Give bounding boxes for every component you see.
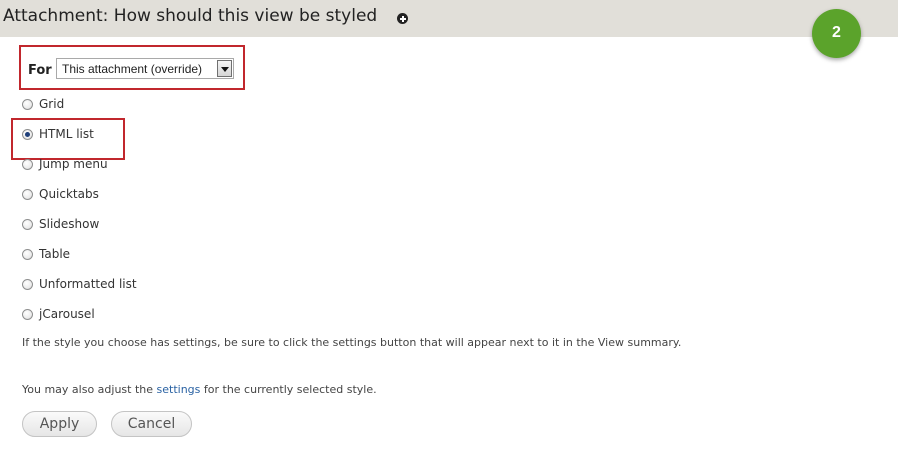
style-option-label: jCarousel [39, 307, 95, 321]
adjust-suffix: for the currently selected style. [200, 383, 377, 396]
radio-jump-menu[interactable] [22, 159, 33, 170]
radio-html-list[interactable] [22, 129, 33, 140]
plus-circle-icon[interactable] [397, 13, 408, 24]
dialog-header: Attachment: How should this view be styl… [0, 0, 898, 37]
radio-table[interactable] [22, 249, 33, 260]
radio-quicktabs[interactable] [22, 189, 33, 200]
radio-grid[interactable] [22, 99, 33, 110]
style-option-label: Quicktabs [39, 187, 99, 201]
apply-button[interactable]: Apply [22, 411, 97, 437]
style-option-label: Table [39, 247, 71, 261]
radio-slideshow[interactable] [22, 219, 33, 230]
dialog-title: Attachment: How should this view be styl… [3, 6, 378, 26]
settings-hint-text: If the style you choose has settings, be… [22, 336, 682, 349]
style-option-label: HTML list [39, 127, 94, 141]
for-select[interactable]: This attachment (override) [56, 58, 234, 79]
adjust-settings-text: You may also adjust the settings for the… [22, 383, 377, 396]
radio-unformatted-list[interactable] [22, 279, 33, 290]
for-label: For [28, 63, 52, 78]
style-option-label: Unformatted list [39, 277, 137, 291]
style-option-label: Grid [39, 97, 65, 111]
cancel-button[interactable]: Cancel [111, 411, 192, 437]
radio-jcarousel[interactable] [22, 309, 33, 320]
style-option-label: Jump menu [39, 157, 108, 171]
style-option-label: Slideshow [39, 217, 100, 231]
chevron-down-icon[interactable] [217, 60, 232, 77]
step-badge: 2 [812, 9, 861, 58]
for-select-value: This attachment (override) [62, 62, 203, 76]
settings-link[interactable]: settings [157, 383, 201, 396]
adjust-prefix: You may also adjust the [22, 383, 157, 396]
